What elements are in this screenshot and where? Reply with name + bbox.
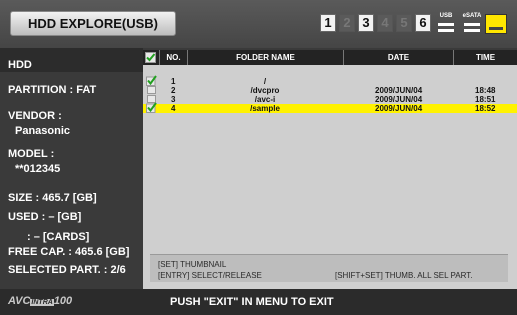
- row-no: 4: [171, 104, 176, 113]
- slot-2-indicator: 2: [339, 14, 355, 32]
- table-row-selected[interactable]: 4 /sample 2009/JUN/04 18:52: [143, 102, 517, 113]
- row-folder-name: /avc-i: [254, 95, 276, 104]
- column-header-folder: FOLDER NAME: [187, 50, 343, 65]
- column-header-date: DATE: [343, 50, 453, 65]
- title-box: HDD EXPLORE(USB): [10, 11, 176, 36]
- footer-bar: AVCINTRA100 PUSH "EXIT" IN MENU TO EXIT: [0, 289, 517, 315]
- row-time: 18:51: [475, 95, 496, 104]
- free-capacity-label: FREE CAP. : 465.6 [GB]: [8, 246, 130, 258]
- row-time: 18:52: [475, 104, 496, 113]
- slot-4-indicator: 4: [377, 14, 393, 32]
- slot-indicators: 1 2 3 4 5 6 USB eSATA: [320, 12, 510, 36]
- row-folder-name: /sample: [250, 104, 280, 113]
- checked-icon[interactable]: [146, 102, 157, 113]
- slot-6-indicator: 6: [415, 14, 431, 32]
- column-header-time: TIME: [453, 50, 517, 65]
- usb-label: USB: [439, 13, 453, 19]
- logo-avc: AVC: [8, 295, 31, 307]
- selected-partition-label: SELECTED PART. : 2/6: [8, 264, 126, 276]
- table-header: NO. FOLDER NAME DATE TIME: [143, 50, 517, 65]
- slot-5-indicator: 5: [396, 14, 412, 32]
- used-cards-label: : – [CARDS]: [27, 231, 90, 243]
- row-date: 2009/JUN/04: [375, 86, 423, 95]
- row-date: 2009/JUN/04: [375, 104, 423, 113]
- table-row[interactable]: 3 /avc-i 2009/JUN/04 18:51: [143, 95, 517, 104]
- model-value: **012345: [15, 163, 61, 175]
- row-no: 2: [171, 86, 176, 95]
- logo-intra: INTRA: [30, 299, 54, 306]
- avc-intra-logo: AVCINTRA100: [8, 295, 72, 309]
- row-no: 1: [171, 77, 176, 86]
- hdd-icon: [485, 14, 507, 34]
- table-row[interactable]: 1 /: [143, 75, 517, 86]
- hint-thumb-all: [SHIFT+SET] THUMB. ALL SEL PART.: [335, 271, 473, 280]
- vendor-label: VENDOR :: [8, 110, 62, 122]
- logo-100: 100: [53, 295, 73, 307]
- vendor-value: Panasonic: [15, 125, 71, 137]
- hint-select-release: [ENTRY] SELECT/RELEASE: [158, 271, 262, 280]
- folder-list-panel: NO. FOLDER NAME DATE TIME 1 / 2 /dvcpro …: [143, 50, 517, 289]
- usb-icon: USB: [434, 12, 458, 36]
- unchecked-box[interactable]: [147, 86, 156, 94]
- header-bar: HDD EXPLORE(USB) 1 2 3 4 5 6 USB eSATA: [0, 0, 517, 48]
- hint-thumbnail: [SET] THUMBNAIL: [158, 260, 227, 269]
- row-date: 2009/JUN/04: [375, 95, 423, 104]
- row-no: 3: [171, 95, 176, 104]
- select-all-check-icon[interactable]: [145, 52, 156, 63]
- size-label: SIZE : 465.7 [GB]: [8, 192, 97, 204]
- row-folder-name: /dvcpro: [250, 86, 280, 95]
- hdd-info-panel: HDD PARTITION : FAT VENDOR : Panasonic M…: [0, 48, 143, 289]
- model-label: MODEL :: [8, 148, 55, 160]
- table-row[interactable]: 2 /dvcpro 2009/JUN/04 18:48: [143, 86, 517, 95]
- page-title: HDD EXPLORE(USB): [27, 16, 158, 31]
- column-header-no: NO.: [159, 50, 187, 65]
- esata-icon: eSATA: [460, 12, 484, 36]
- used-gb-label: USED : – [GB]: [8, 211, 82, 223]
- partition-label: PARTITION : FAT: [8, 84, 97, 96]
- row-folder-name: /: [263, 77, 267, 86]
- hdd-heading: HDD: [8, 59, 32, 71]
- row-time: 18:48: [475, 86, 496, 95]
- checked-icon[interactable]: [146, 75, 157, 86]
- exit-instruction: PUSH "EXIT" IN MENU TO EXIT: [170, 296, 334, 308]
- esata-label: eSATA: [462, 13, 482, 19]
- slot-1-indicator: 1: [320, 14, 336, 32]
- slot-3-indicator: 3: [358, 14, 374, 32]
- key-guide-box: [SET] THUMBNAIL [ENTRY] SELECT/RELEASE […: [150, 254, 508, 282]
